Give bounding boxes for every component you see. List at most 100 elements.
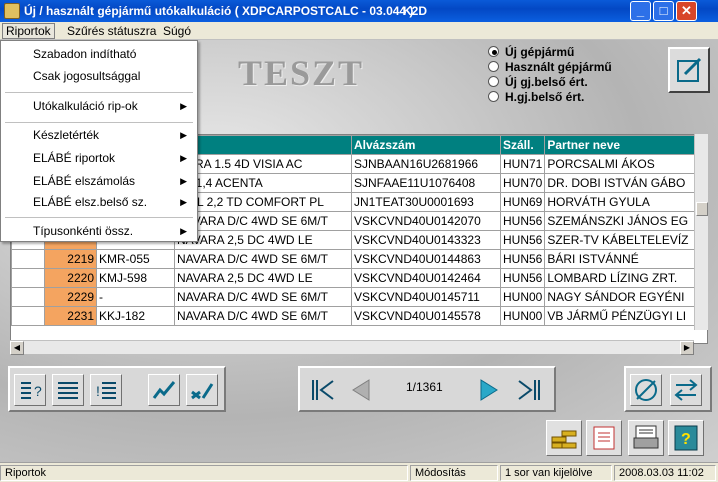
table-cell: KKJ-182 — [96, 306, 175, 326]
list-view-button[interactable] — [52, 374, 84, 406]
no-filter-button[interactable] — [630, 374, 662, 406]
swap-arrows-icon — [674, 379, 698, 401]
radio-icon[interactable] — [488, 61, 499, 72]
table-cell: VSKCVND40U0143323 — [351, 230, 501, 250]
submenu-arrow-icon: ▶ — [180, 176, 187, 186]
table-cell: NAVARA 2,5 DC 4WD LE — [174, 230, 352, 250]
menu-item-csak-jogosultsaggal[interactable]: Csak jogosultsággal — [1, 66, 197, 86]
window-title: Új / használt gépjármű utókalkuláció ( X… — [24, 4, 414, 18]
next-page-button[interactable] — [474, 374, 506, 406]
menu-item-keszletertek[interactable]: Készletérték ▶ — [1, 125, 197, 145]
title-bar: Új / használt gépjármű utókalkuláció ( X… — [0, 0, 718, 22]
horizontal-scrollbar[interactable]: ◀ ▶ — [10, 340, 694, 355]
table-cell: HUN00 — [499, 287, 546, 307]
help-button[interactable]: ? — [668, 420, 704, 456]
table-cell: HUN56 — [499, 268, 546, 288]
table-cell: NAVARA D/C 4WD SE 6M/T — [174, 287, 352, 307]
table-cell: KMJ-598 — [96, 268, 175, 288]
table-cell: VSKCVND40U0145578 — [351, 306, 501, 326]
last-page-button[interactable] — [514, 374, 546, 406]
swap-button[interactable] — [670, 374, 702, 406]
radio-icon[interactable] — [488, 76, 499, 87]
menu-item-szabadon-inditható[interactable]: Szabadon indítható — [1, 44, 197, 64]
table-cell — [11, 287, 45, 307]
previous-page-button[interactable] — [344, 374, 376, 406]
svg-text:!: ! — [96, 383, 100, 399]
document-button[interactable] — [586, 420, 622, 456]
status-menu-hint: Riportok — [0, 465, 408, 481]
radio-selected-icon[interactable] — [488, 46, 499, 57]
minimize-button[interactable]: _ — [630, 1, 651, 21]
help-document-icon: ? — [674, 425, 698, 451]
vertical-scrollbar[interactable] — [694, 134, 708, 330]
table-cell: MERA 1.5 4D VISIA AC — [174, 154, 352, 174]
menu-separator — [5, 92, 193, 93]
list-alert-button[interactable]: ! — [90, 374, 122, 406]
column-header-chassis[interactable]: Alvázszám — [351, 135, 501, 155]
previous-arrow-icon — [352, 379, 370, 401]
table-cell: PORCSALMI ÁKOS — [544, 154, 706, 174]
table-cell: HUN00 — [499, 306, 546, 326]
column-header-supplier[interactable]: Száll. — [499, 135, 546, 155]
table-cell: VB JÁRMŰ PÉNZÜGYI LI — [544, 306, 706, 326]
table-cell: 2229 — [44, 287, 97, 307]
window-title-suffix: K2D — [403, 4, 428, 18]
coins-button[interactable] — [546, 420, 582, 456]
column-header-partner[interactable]: Partner neve — [544, 135, 706, 155]
scroll-right-button[interactable]: ▶ — [680, 341, 694, 355]
status-datetime: 2008.03.03 11:02 — [614, 465, 716, 481]
radio-used-vehicle[interactable]: Használt gépjármű — [488, 59, 612, 74]
table-row[interactable]: 2229- NAVARA D/C 4WD SE 6M/T VSKCVND40U014… — [11, 287, 706, 307]
table-cell: HUN56 — [499, 211, 546, 231]
edit-button[interactable] — [668, 47, 710, 93]
submenu-arrow-icon: ▶ — [180, 153, 187, 163]
menu-item-elabe-elszamolas[interactable]: ELÁBÉ elszámolás ▶ — [1, 171, 197, 191]
document-icon — [593, 426, 615, 450]
status-selection: 1 sor van kijelölve — [500, 465, 612, 481]
cancel-button[interactable] — [186, 374, 218, 406]
confirm-button[interactable] — [148, 374, 180, 406]
table-cell: VSKCVND40U0142464 — [351, 268, 501, 288]
printer-icon — [633, 425, 659, 449]
table-cell — [11, 268, 45, 288]
print-button[interactable] — [628, 420, 664, 456]
edit-icon — [677, 57, 702, 82]
svg-text:?: ? — [34, 383, 42, 399]
radio-new-internal[interactable]: Új gj.belső ért. — [488, 74, 612, 89]
table-cell: VSKCVND40U0144863 — [351, 249, 501, 269]
table-cell: VSKCVND40U0145711 — [351, 287, 501, 307]
menu-sugo[interactable]: Súgó — [160, 23, 194, 39]
first-page-button[interactable] — [306, 374, 338, 406]
menu-item-elabe-elsz-belso[interactable]: ELÁBÉ elsz.belső sz. ▶ — [1, 192, 197, 212]
radio-icon[interactable] — [488, 91, 499, 102]
right-toolbar — [624, 366, 712, 412]
table-cell: LOMBARD LÍZING ZRT. — [544, 268, 706, 288]
menu-item-tipusonkenti[interactable]: Típusonkénti össz. ▶ — [1, 221, 197, 241]
status-bar: Riportok Módosítás 1 sor van kijelölve 2… — [0, 462, 718, 482]
column-header-model[interactable]: dell — [174, 135, 352, 155]
menu-item-elabe-riportok[interactable]: ELÁBÉ riportok ▶ — [1, 148, 197, 168]
table-cell: - — [96, 287, 175, 307]
list-icon — [58, 382, 78, 399]
table-row[interactable]: 2219 KMR-055 NAVARA D/C 4WD SE 6M/T VSKCVND… — [11, 249, 706, 269]
scroll-left-button[interactable]: ◀ — [10, 341, 24, 355]
radio-new-vehicle[interactable]: Új gépjármű — [488, 44, 612, 59]
table-row[interactable]: 2220 KMJ-598 NAVARA 2,5 DC 4WD LE VSKCVND40… — [11, 268, 706, 288]
list-query-button[interactable]: ? — [14, 374, 46, 406]
scroll-thumb[interactable] — [696, 202, 708, 216]
submenu-arrow-icon: ▶ — [180, 197, 187, 207]
menu-riportok[interactable]: Riportok — [2, 23, 55, 39]
close-button[interactable]: ✕ — [676, 1, 697, 21]
svg-text:?: ? — [681, 431, 691, 448]
first-page-icon — [312, 380, 334, 400]
table-row[interactable]: 2231 KKJ-182 NAVARA D/C 4WD SE 6M/T VSKCVND… — [11, 306, 706, 326]
table-cell — [11, 249, 45, 269]
page-counter: 1/1361 — [406, 380, 443, 394]
maximize-button[interactable]: □ — [653, 1, 674, 21]
menu-szures-statuszra[interactable]: Szűrés státuszra — [64, 23, 159, 39]
radio-used-internal[interactable]: H.gj.belső ért. — [488, 89, 612, 104]
table-cell: JN1TEAT30U0001693 — [351, 192, 501, 212]
menu-item-utokalkulacio[interactable]: Utókalkuláció rip-ok ▶ — [1, 96, 197, 116]
table-cell: 2231 — [44, 306, 97, 326]
list-question-icon: ? — [21, 382, 42, 399]
